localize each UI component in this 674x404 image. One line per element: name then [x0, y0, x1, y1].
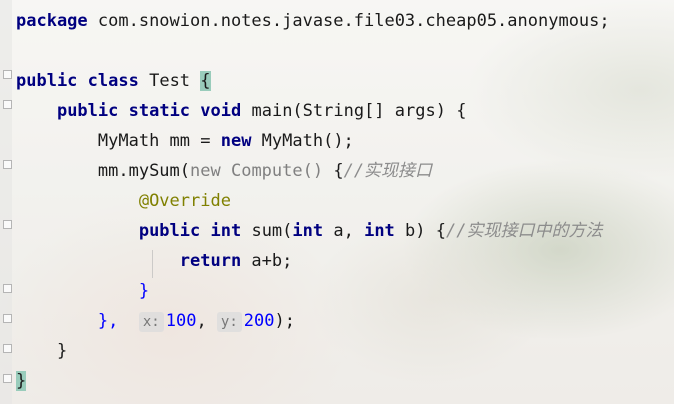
call-end: );	[274, 311, 295, 331]
code-line-12[interactable]: }	[16, 336, 610, 366]
matched-brace: }	[16, 371, 27, 391]
annotation: @Override	[138, 191, 231, 211]
code-line-5[interactable]: MyMath mm = new MyMath();	[16, 126, 610, 156]
fold-marker-main[interactable]	[3, 100, 12, 109]
code-line-11[interactable]: }, x: 100, y: 200);	[16, 306, 610, 336]
method-signature: main(String[] args)	[241, 101, 457, 121]
declaration: MyMath mm =	[97, 131, 221, 151]
comment: //实现接口中的方法	[446, 221, 603, 241]
keyword: public	[16, 71, 78, 91]
code-line-7[interactable]: @Override	[16, 186, 610, 216]
editor-gutter	[0, 0, 12, 404]
code-line-2[interactable]	[16, 36, 610, 66]
keyword: package	[16, 11, 88, 31]
method-name: sum(	[241, 221, 293, 241]
keyword: new	[220, 131, 252, 151]
code-line-9[interactable]: return a+b;	[16, 246, 610, 276]
brace: {	[333, 161, 344, 181]
keyword: return	[179, 251, 242, 271]
fold-marker-anon-class[interactable]	[3, 160, 12, 169]
fold-marker-main-end[interactable]	[3, 344, 12, 353]
param: a,	[323, 221, 365, 241]
fold-marker-sum[interactable]	[3, 220, 12, 229]
comma: ,	[196, 311, 217, 331]
code-line-10[interactable]: }	[16, 276, 610, 306]
brace: }	[138, 281, 150, 301]
package-name: com.snowion.notes.javase.file03.cheap05.…	[87, 11, 610, 31]
keyword: public	[138, 221, 201, 241]
comment: //实现接口	[343, 161, 433, 181]
code-line-3[interactable]: public class Test {	[16, 66, 610, 96]
keyword-dimmed: new	[190, 161, 221, 181]
anonymous-class: Compute()	[220, 161, 334, 181]
keyword: int	[364, 221, 395, 241]
keyword: int	[210, 221, 242, 241]
brace: {	[456, 101, 467, 121]
code-line-8[interactable]: public int sum(int a, int b) {//实现接口中的方法	[16, 216, 610, 246]
code-line-6[interactable]: mm.mySum(new Compute() {//实现接口	[16, 156, 610, 186]
code-line-1[interactable]: package com.snowion.notes.javase.file03.…	[16, 6, 610, 36]
class-name: Test	[138, 71, 201, 91]
keyword: public	[56, 101, 119, 121]
keyword: class	[87, 71, 139, 91]
code-line-13[interactable]: }	[16, 366, 610, 396]
brace: }	[56, 341, 68, 361]
method-call: mm.mySum(	[97, 161, 191, 181]
fold-marker-class-end[interactable]	[3, 374, 12, 383]
keyword: void	[200, 101, 242, 121]
param: b)	[394, 221, 436, 241]
brace: {	[435, 221, 446, 241]
code-line-4[interactable]: public static void main(String[] args) {	[16, 96, 610, 126]
fold-marker-anon-end[interactable]	[3, 314, 12, 323]
brace: },	[97, 311, 129, 331]
fold-marker-class[interactable]	[3, 70, 12, 79]
matched-brace: {	[200, 71, 211, 91]
constructor-call: MyMath();	[251, 131, 354, 151]
number-literal: 100	[165, 311, 197, 331]
code-editor[interactable]: package com.snowion.notes.javase.file03.…	[16, 6, 610, 396]
keyword: int	[292, 221, 324, 241]
keyword: static	[128, 101, 191, 121]
param-hint-y: y:	[216, 312, 242, 332]
fold-marker-sum-end[interactable]	[3, 284, 12, 293]
expression: a+b;	[241, 251, 293, 271]
number-literal: 200	[243, 311, 275, 331]
param-hint-x: x:	[138, 312, 164, 332]
